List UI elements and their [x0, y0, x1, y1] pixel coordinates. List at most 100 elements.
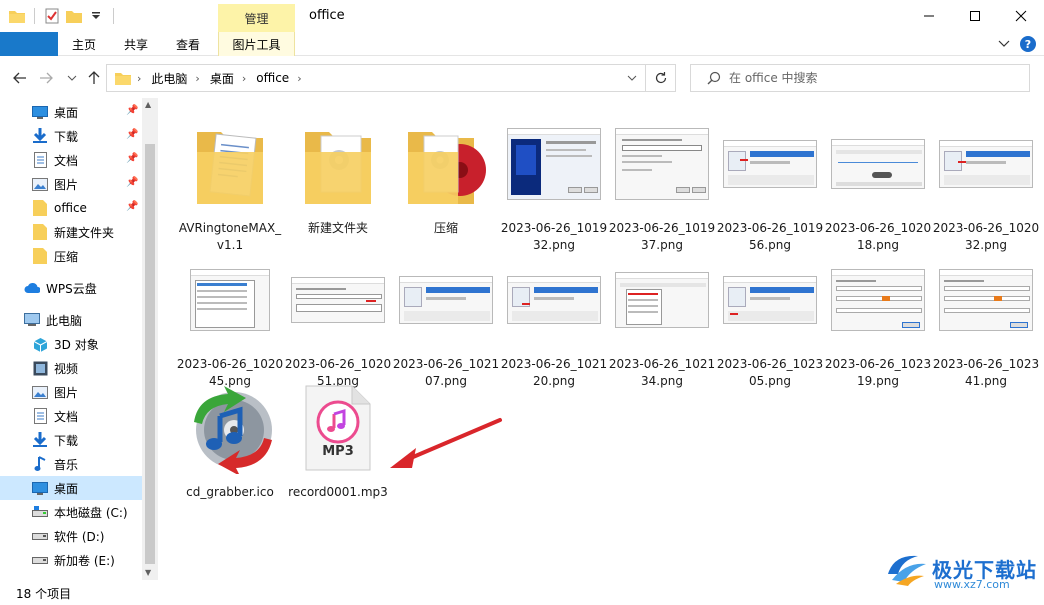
tab-view[interactable]: 查看: [162, 32, 214, 56]
sidebar-item-pc-documents[interactable]: 文档: [0, 404, 142, 428]
sidebar-scrollbar[interactable]: ▲ ▼: [142, 98, 158, 580]
file-item[interactable]: 2023-06-26_102107.png: [393, 250, 499, 388]
folder-gear-icon: [305, 132, 371, 204]
back-button[interactable]: [10, 68, 30, 88]
file-item[interactable]: 2023-06-26_102319.png: [825, 250, 931, 388]
back-arrow-icon: [13, 72, 26, 84]
pin-icon[interactable]: 📌: [126, 201, 138, 212]
sidebar-item-drive-d[interactable]: 软件 (D:): [0, 524, 142, 548]
sidebar-item-music[interactable]: 音乐: [0, 452, 142, 476]
chevron-down-icon: [627, 75, 637, 81]
desktop-icon: [32, 104, 48, 120]
image-thumbnail: [936, 114, 1036, 214]
address-history-dropdown[interactable]: [627, 71, 637, 85]
recent-locations-button[interactable]: [62, 68, 82, 88]
image-thumbnail: [612, 114, 712, 214]
breadcrumb-separator[interactable]: ›: [195, 72, 199, 85]
file-item[interactable]: AVRingtoneMAX_v1.1: [179, 114, 281, 252]
sidebar-item-downloads[interactable]: 下载 📌: [0, 124, 142, 148]
sidebar-item-pictures[interactable]: 图片 📌: [0, 172, 142, 196]
sidebar-item-videos[interactable]: 视频: [0, 356, 142, 380]
file-item[interactable]: 压缩: [396, 114, 496, 244]
cd-grabber-icon: [194, 386, 272, 474]
image-thumbnail: [720, 250, 820, 350]
close-button[interactable]: [998, 0, 1044, 32]
tab-home[interactable]: 主页: [58, 32, 110, 56]
breadcrumb-separator[interactable]: ›: [137, 72, 141, 85]
file-item[interactable]: 2023-06-26_101937.png: [609, 114, 715, 252]
sidebar-item-new-folder[interactable]: 新建文件夹: [0, 220, 142, 244]
refresh-button[interactable]: [646, 64, 676, 92]
tab-share[interactable]: 共享: [110, 32, 162, 56]
file-item[interactable]: cd_grabber.ico: [180, 378, 280, 508]
sidebar-item-3d-objects[interactable]: 3D 对象: [0, 332, 142, 356]
maximize-button[interactable]: [952, 0, 998, 32]
file-item[interactable]: 2023-06-26_102032.png: [933, 114, 1039, 252]
sidebar-item-pc-desktop[interactable]: 桌面: [0, 476, 142, 500]
scroll-up-icon[interactable]: ▲: [145, 100, 151, 109]
breadcrumb-office[interactable]: office: [256, 71, 289, 85]
breadcrumb-desktop[interactable]: 桌面: [210, 70, 234, 87]
file-item[interactable]: 2023-06-26_101932.png: [501, 114, 607, 252]
customize-toolbar-icon[interactable]: [87, 7, 105, 25]
drive-icon: [32, 552, 48, 568]
sidebar-item-documents[interactable]: 文档 📌: [0, 148, 142, 172]
scroll-thumb[interactable]: [145, 144, 155, 564]
file-item[interactable]: 2023-06-26_102018.png: [825, 114, 931, 252]
sidebar-item-desktop[interactable]: 桌面 📌: [0, 100, 142, 124]
minimize-button[interactable]: [906, 0, 952, 32]
sidebar-item-pc-downloads[interactable]: 下载: [0, 428, 142, 452]
forward-button[interactable]: [36, 68, 56, 88]
sidebar-item-drive-e[interactable]: 新加卷 (E:): [0, 548, 142, 572]
folder-documents-icon: [197, 132, 263, 204]
file-item[interactable]: 2023-06-26_102305.png: [717, 250, 823, 388]
computer-icon: [24, 312, 40, 328]
pin-icon[interactable]: 📌: [126, 129, 138, 140]
document-icon: [32, 152, 48, 168]
sidebar-item-wps-cloud[interactable]: WPS云盘: [0, 276, 142, 300]
minimize-icon: [924, 15, 934, 17]
file-item[interactable]: 2023-06-26_102134.png: [609, 250, 715, 388]
search-input[interactable]: [729, 71, 1009, 85]
pin-icon[interactable]: 📌: [126, 105, 138, 116]
download-icon: [32, 128, 48, 144]
chevron-down-icon: [67, 75, 77, 81]
properties-icon[interactable]: [43, 7, 61, 25]
up-button[interactable]: [84, 68, 104, 88]
document-icon: [32, 408, 48, 424]
tab-picture-tools[interactable]: 图片工具: [218, 32, 295, 56]
pin-icon[interactable]: 📌: [126, 177, 138, 188]
pin-icon[interactable]: 📌: [126, 153, 138, 164]
folder-icon: [32, 224, 48, 240]
title-bar: 管理 office: [0, 0, 1044, 32]
file-item[interactable]: MP3 record0001.mp3: [288, 378, 388, 508]
breadcrumb-separator[interactable]: ›: [297, 72, 301, 85]
address-bar[interactable]: › 此电脑 › 桌面 › office ›: [106, 64, 646, 92]
watermark-logo: 极光下载站 www.xz7.com: [884, 548, 1037, 591]
file-item[interactable]: 2023-06-26_101956.png: [717, 114, 823, 252]
help-button[interactable]: ?: [1020, 36, 1036, 52]
breadcrumb-separator[interactable]: ›: [242, 72, 246, 85]
mp3-file-icon: [305, 385, 371, 471]
sidebar-item-this-pc[interactable]: 此电脑: [0, 308, 142, 332]
file-item[interactable]: 2023-06-26_102120.png: [501, 250, 607, 388]
sidebar-item-pc-pictures[interactable]: 图片: [0, 380, 142, 404]
context-group-label: 管理: [218, 4, 295, 32]
folder-disc-icon: [408, 132, 486, 204]
sidebar-item-office[interactable]: office 📌: [0, 196, 142, 220]
search-box[interactable]: [690, 64, 1030, 92]
breadcrumb-this-pc[interactable]: 此电脑: [151, 70, 187, 87]
file-item[interactable]: 2023-06-26_102045.png: [177, 250, 283, 388]
new-folder-icon[interactable]: [65, 7, 83, 25]
file-item[interactable]: 2023-06-26_102341.png: [933, 250, 1039, 388]
ribbon: 文件 主页 共享 查看 图片工具 ?: [0, 32, 1044, 162]
maximize-icon: [970, 11, 980, 21]
sidebar-item-drive-c[interactable]: 本地磁盘 (C:): [0, 500, 142, 524]
drive-c-icon: [32, 504, 48, 520]
sidebar-item-compress[interactable]: 压缩: [0, 244, 142, 268]
file-item[interactable]: 新建文件夹: [288, 114, 388, 244]
scroll-down-icon[interactable]: ▼: [145, 568, 151, 577]
file-item[interactable]: 2023-06-26_102051.png: [285, 250, 391, 388]
expand-ribbon-icon[interactable]: [998, 37, 1010, 51]
image-thumbnail: [828, 250, 928, 350]
